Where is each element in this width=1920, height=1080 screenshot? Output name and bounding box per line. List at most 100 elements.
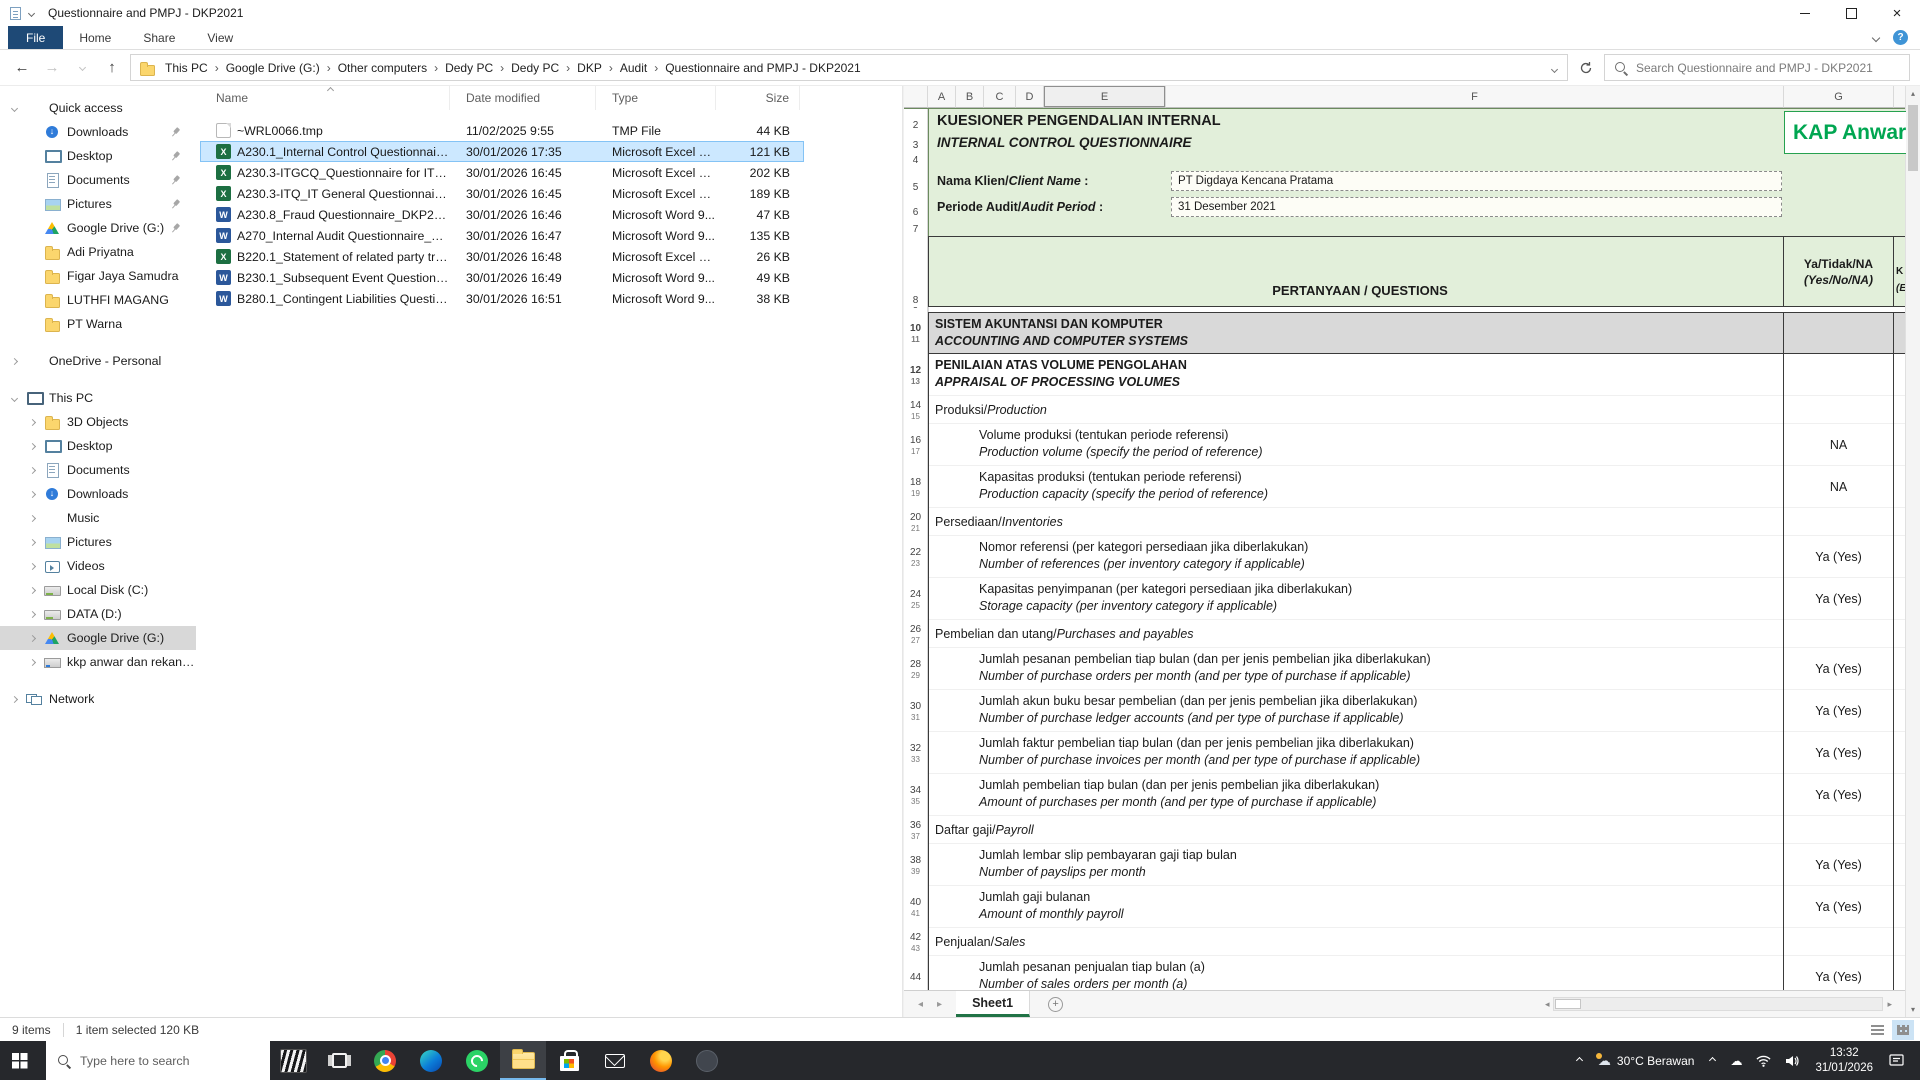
- answer-cell[interactable]: [1784, 312, 1894, 354]
- sidebar-item-desktop[interactable]: Desktop: [0, 434, 196, 458]
- row-number[interactable]: 1213: [904, 354, 928, 396]
- sidebar-item-pt-warna[interactable]: PT Warna: [0, 312, 196, 336]
- back-button[interactable]: ←: [10, 55, 34, 81]
- sidebar-item-pictures[interactable]: Pictures: [0, 192, 196, 216]
- row-number[interactable]: 1415: [904, 396, 928, 424]
- sidebar-item-google-drive-g[interactable]: Google Drive (G:): [0, 626, 196, 650]
- row-number[interactable]: 2425: [904, 578, 928, 620]
- question-cell[interactable]: Jumlah pembelian tiap bulan (dan per jen…: [928, 774, 1784, 816]
- hidden-icons-chevron-icon[interactable]: [1569, 1058, 1590, 1063]
- breadcrumb-dedy-pc[interactable]: Dedy PC: [439, 61, 499, 75]
- row-number[interactable]: 2627: [904, 620, 928, 648]
- column-header-size[interactable]: Size: [716, 86, 800, 110]
- answer-cell[interactable]: Ya (Yes): [1784, 844, 1894, 886]
- question-cell[interactable]: PENILAIAN ATAS VOLUME PENGOLAHANAPPRAISA…: [928, 354, 1784, 396]
- scroll-down-icon[interactable]: ▾: [1906, 1002, 1920, 1017]
- client-name-value[interactable]: PT Digdaya Kencana Pratama: [1171, 171, 1782, 191]
- answer-cell[interactable]: Ya (Yes): [1784, 690, 1894, 732]
- sidebar-item-downloads[interactable]: Downloads: [0, 482, 196, 506]
- answer-cell[interactable]: Ya (Yes): [1784, 536, 1894, 578]
- maximize-button[interactable]: [1828, 0, 1874, 26]
- sidebar-item-local-disk-c[interactable]: Local Disk (C:): [0, 578, 196, 602]
- file-row[interactable]: WA270_Internal Audit Questionnaire_DKP2.…: [200, 225, 804, 246]
- question-cell[interactable]: Jumlah pesanan penjualan tiap bulan (a)N…: [928, 956, 1784, 990]
- answer-cell[interactable]: [1784, 508, 1894, 536]
- expand-chevron-icon[interactable]: [30, 540, 42, 545]
- questions-header-cell[interactable]: PERTANYAAN / QUESTIONS: [928, 236, 1784, 307]
- question-cell[interactable]: Penjualan/Sales: [928, 928, 1784, 956]
- expand-chevron-icon[interactable]: [30, 516, 42, 521]
- question-cell[interactable]: Jumlah pesanan pembelian tiap bulan (dan…: [928, 648, 1784, 690]
- expand-chevron-icon[interactable]: [12, 697, 24, 702]
- sheet-tab-sheet1[interactable]: Sheet1: [956, 991, 1030, 1017]
- store-taskbar-button[interactable]: [546, 1041, 592, 1080]
- expand-chevron-icon[interactable]: [12, 106, 24, 111]
- weather-widget[interactable]: ☁ 30°C Berawan: [1590, 1053, 1703, 1069]
- sidebar-item-music[interactable]: Music: [0, 506, 196, 530]
- scroll-right-icon[interactable]: ▸: [1883, 999, 1896, 1010]
- row-number[interactable]: 4: [904, 152, 928, 167]
- select-all-corner[interactable]: [904, 86, 928, 108]
- sidebar-item-data-d[interactable]: DATA (D:): [0, 602, 196, 626]
- answer-cell[interactable]: Ya (Yes): [1784, 578, 1894, 620]
- expand-chevron-icon[interactable]: [30, 588, 42, 593]
- row-number[interactable]: 1819: [904, 466, 928, 508]
- sheet-next-icon[interactable]: ▸: [937, 999, 942, 1010]
- question-cell[interactable]: Pembelian dan utang/Purchases and payabl…: [928, 620, 1784, 648]
- whatsapp-taskbar-button[interactable]: [454, 1041, 500, 1080]
- file-row[interactable]: XA230.3-ITGCQ_Questionnaire for ITGC_DK.…: [200, 162, 804, 183]
- explorer-search-input[interactable]: Search Questionnaire and PMPJ - DKP2021: [1604, 54, 1910, 81]
- answer-cell[interactable]: Ya (Yes): [1784, 774, 1894, 816]
- column-header-F[interactable]: F: [1166, 86, 1784, 108]
- sidebar-item-onedrive-personal[interactable]: OneDrive - Personal: [0, 349, 196, 373]
- sidebar-item-3d-objects[interactable]: 3D Objects: [0, 410, 196, 434]
- row-number[interactable]: 3435: [904, 774, 928, 816]
- question-cell[interactable]: Jumlah gaji bulananAmount of monthly pay…: [928, 886, 1784, 928]
- row-number[interactable]: 1617: [904, 424, 928, 466]
- expand-chevron-icon[interactable]: [30, 468, 42, 473]
- refresh-button[interactable]: [1574, 55, 1598, 81]
- recent-locations-chevron-icon[interactable]: [70, 55, 94, 81]
- dark-app-taskbar-button[interactable]: [684, 1041, 730, 1080]
- row-number[interactable]: 2: [904, 109, 928, 132]
- question-cell[interactable]: Jumlah faktur pembelian tiap bulan (dan …: [928, 732, 1784, 774]
- expand-chevron-icon[interactable]: [30, 420, 42, 425]
- taskbar-search-input[interactable]: Type here to search: [46, 1041, 270, 1080]
- close-button[interactable]: ×: [1874, 0, 1920, 26]
- column-header-D[interactable]: D: [1016, 86, 1044, 108]
- column-header-G[interactable]: G: [1784, 86, 1894, 108]
- expand-chevron-icon[interactable]: [30, 564, 42, 569]
- mail-taskbar-button[interactable]: [592, 1041, 638, 1080]
- hscroll-track[interactable]: [1553, 997, 1883, 1011]
- sidebar-item-documents[interactable]: Documents: [0, 458, 196, 482]
- sidebar-item-this-pc[interactable]: This PC: [0, 386, 196, 410]
- action-center-icon[interactable]: [1882, 1054, 1911, 1068]
- expand-ribbon-chevron-icon[interactable]: [1872, 33, 1880, 41]
- sidebar-item-adi-priyatna[interactable]: Adi Priyatna: [0, 240, 196, 264]
- row-number[interactable]: 5: [904, 167, 928, 194]
- row-number[interactable]: 4243: [904, 928, 928, 956]
- question-cell[interactable]: Jumlah lembar slip pembayaran gaji tiap …: [928, 844, 1784, 886]
- breadcrumb-audit[interactable]: Audit: [614, 61, 653, 75]
- row-number[interactable]: 2223: [904, 536, 928, 578]
- column-header-date-modified[interactable]: Date modified: [450, 86, 596, 110]
- row-number[interactable]: 6: [904, 194, 928, 219]
- row-number[interactable]: 8: [904, 236, 928, 307]
- sidebar-item-figar-jaya-samudra[interactable]: Figar Jaya Samudra: [0, 264, 196, 288]
- help-icon[interactable]: ?: [1893, 30, 1908, 45]
- tab-view[interactable]: View: [191, 26, 249, 49]
- expand-chevron-icon[interactable]: [30, 660, 42, 665]
- file-row[interactable]: XA230.3-ITQ_IT General Questionnaire_DK.…: [200, 183, 804, 204]
- start-button[interactable]: [0, 1041, 46, 1080]
- expand-chevron-icon[interactable]: [12, 396, 24, 401]
- file-row[interactable]: XA230.1_Internal Control Questionnaire_D…: [200, 141, 804, 162]
- chrome-taskbar-button[interactable]: [362, 1041, 408, 1080]
- question-cell[interactable]: Nomor referensi (per kategori persediaan…: [928, 536, 1784, 578]
- hscroll-thumb[interactable]: [1555, 999, 1581, 1009]
- answer-cell[interactable]: Ya (Yes): [1784, 732, 1894, 774]
- question-cell[interactable]: Daftar gaji/Payroll: [928, 816, 1784, 844]
- question-cell[interactable]: SISTEM AKUNTANSI DAN KOMPUTERACCOUNTING …: [928, 312, 1784, 354]
- sheet-prev-icon[interactable]: ◂: [918, 999, 923, 1010]
- details-view-button[interactable]: [1866, 1020, 1888, 1040]
- answer-cell[interactable]: [1784, 620, 1894, 648]
